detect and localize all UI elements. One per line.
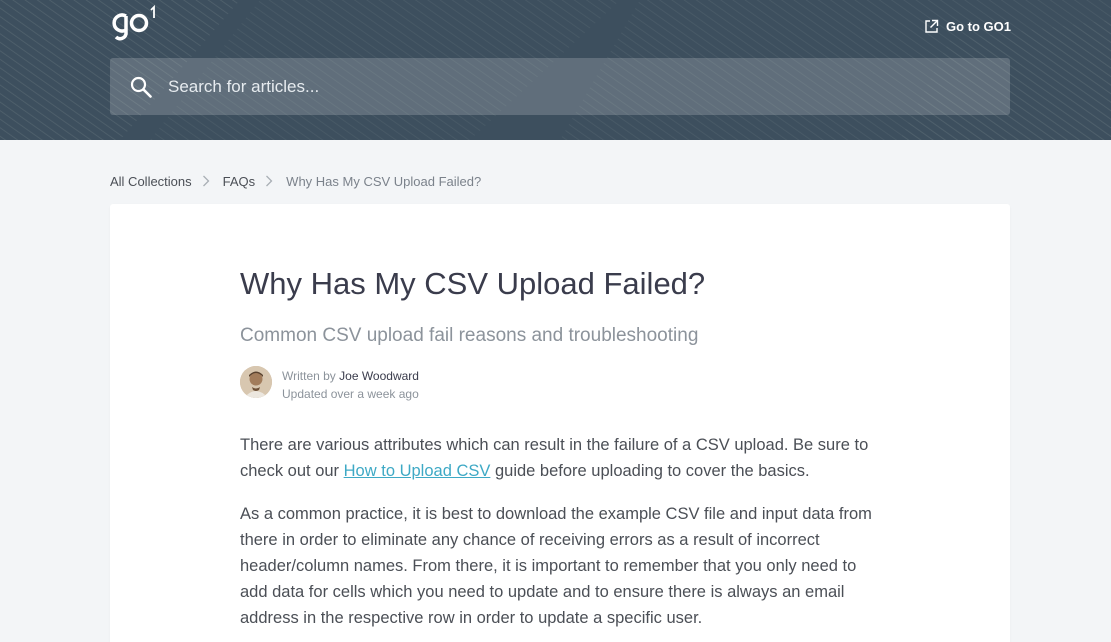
- site-header: Go to GO1: [0, 0, 1111, 140]
- chevron-right-icon: [202, 175, 210, 187]
- paragraph-1: There are various attributes which can r…: [240, 432, 885, 484]
- search-bar[interactable]: [110, 58, 1010, 115]
- updated-line: Updated over a week ago: [282, 387, 419, 401]
- breadcrumb-all-collections[interactable]: All Collections: [110, 174, 192, 189]
- paragraph-2: As a common practice, it is best to down…: [240, 505, 872, 627]
- breadcrumb-current: Why Has My CSV Upload Failed?: [286, 173, 482, 189]
- search-input[interactable]: [168, 72, 988, 102]
- external-link-icon: [925, 19, 939, 33]
- go1-logo[interactable]: [110, 4, 160, 42]
- search-icon: [130, 76, 152, 98]
- breadcrumb-faqs[interactable]: FAQs: [223, 174, 256, 189]
- paragraph-1-text-end: guide before uploading to cover the basi…: [490, 462, 810, 480]
- author-name: Joe Woodward: [339, 369, 419, 383]
- written-by-line: Written by Joe Woodward: [282, 367, 419, 385]
- how-to-upload-csv-link[interactable]: How to Upload CSV: [344, 462, 491, 480]
- written-by-prefix: Written by: [282, 369, 336, 383]
- article-title: Why Has My CSV Upload Failed?: [240, 266, 706, 301]
- breadcrumb: All Collections FAQs Why Has My CSV Uplo…: [110, 171, 481, 191]
- article-meta: Written by Joe Woodward Updated over a w…: [282, 367, 419, 403]
- article-body: There are various attributes which can r…: [240, 432, 885, 642]
- go-to-go1-label: Go to GO1: [946, 18, 1011, 34]
- chevron-right-icon: [266, 175, 273, 187]
- author-avatar: [240, 366, 272, 398]
- go-to-go1-link[interactable]: Go to GO1: [924, 17, 1011, 35]
- article-subtitle: Common CSV upload fail reasons and troub…: [240, 325, 699, 346]
